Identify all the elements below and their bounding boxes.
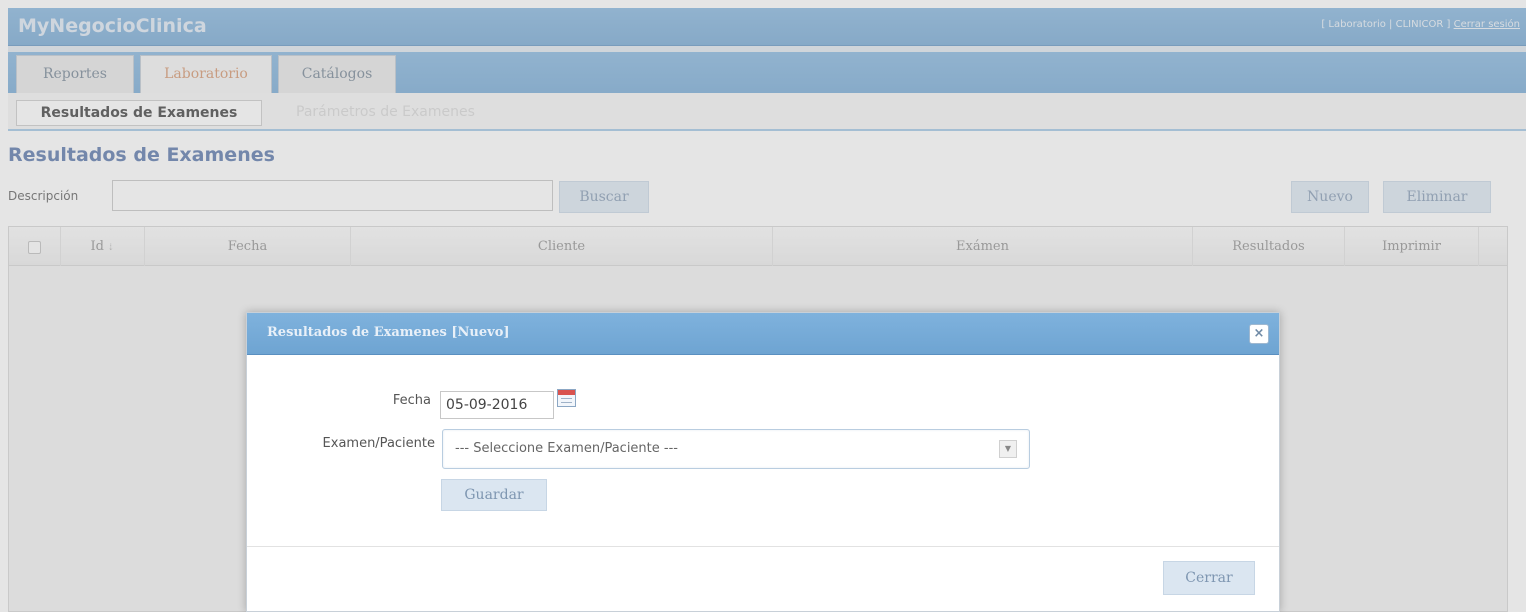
new-result-dialog: Resultados de Examenes [Nuevo] × Fecha 0…: [246, 312, 1280, 612]
select-placeholder: --- Seleccione Examen/Paciente ---: [455, 441, 678, 456]
dialog-title: Resultados de Examenes [Nuevo]: [267, 325, 510, 340]
close-button[interactable]: Cerrar: [1163, 561, 1255, 595]
chevron-down-icon: ▼: [999, 440, 1017, 458]
dialog-divider: [247, 546, 1279, 547]
app-window: MyNegocioClinica [ Laboratorio | CLINICO…: [0, 0, 1526, 612]
fecha-label: Fecha: [392, 393, 431, 408]
calendar-icon[interactable]: [557, 389, 576, 407]
examen-paciente-select[interactable]: --- Seleccione Examen/Paciente --- ▼: [442, 429, 1030, 469]
examen-paciente-label: Examen/Paciente: [322, 436, 435, 451]
close-icon[interactable]: ×: [1249, 324, 1269, 344]
fecha-input[interactable]: 05-09-2016: [440, 391, 554, 419]
save-button[interactable]: Guardar: [441, 479, 547, 511]
dialog-header: Resultados de Examenes [Nuevo] ×: [247, 313, 1279, 355]
